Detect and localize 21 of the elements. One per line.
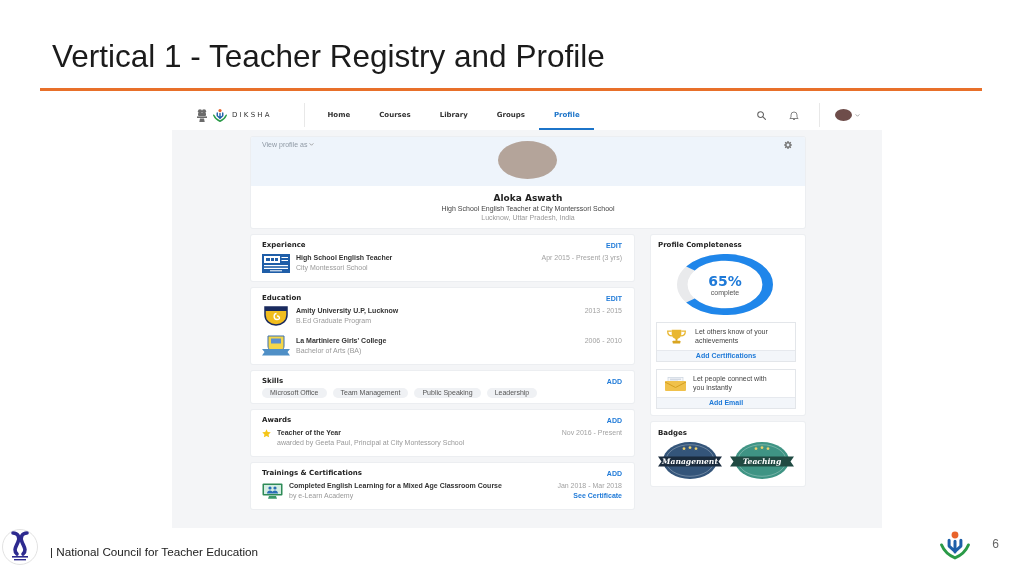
bell-icon[interactable] (789, 110, 799, 120)
star-icon (262, 429, 271, 438)
avatar-placeholder (497, 141, 557, 179)
school-logo-icon (262, 253, 290, 273)
avatar-placeholder[interactable] (835, 109, 852, 121)
seal-logo-icon (2, 528, 38, 568)
settings-icon[interactable] (784, 141, 792, 149)
footer-text: | National Council for Teacher Education (50, 544, 259, 559)
trophy-icon (665, 329, 688, 344)
shield-logo-icon (264, 306, 288, 326)
slide-title: Vertical 1 - Teacher Registry and Profile (52, 38, 605, 74)
envelope-icon (665, 376, 686, 391)
emblem-icon (197, 108, 207, 122)
page-number: 6 (992, 537, 999, 551)
profile-name: Aloka Aswath (493, 193, 563, 204)
logo-icon[interactable] (213, 108, 227, 122)
monitor-icon (262, 483, 283, 499)
percent-value: 65% (708, 274, 742, 289)
caret-icon (309, 143, 315, 146)
crest-logo-icon (262, 335, 290, 356)
search-icon[interactable] (757, 110, 766, 120)
